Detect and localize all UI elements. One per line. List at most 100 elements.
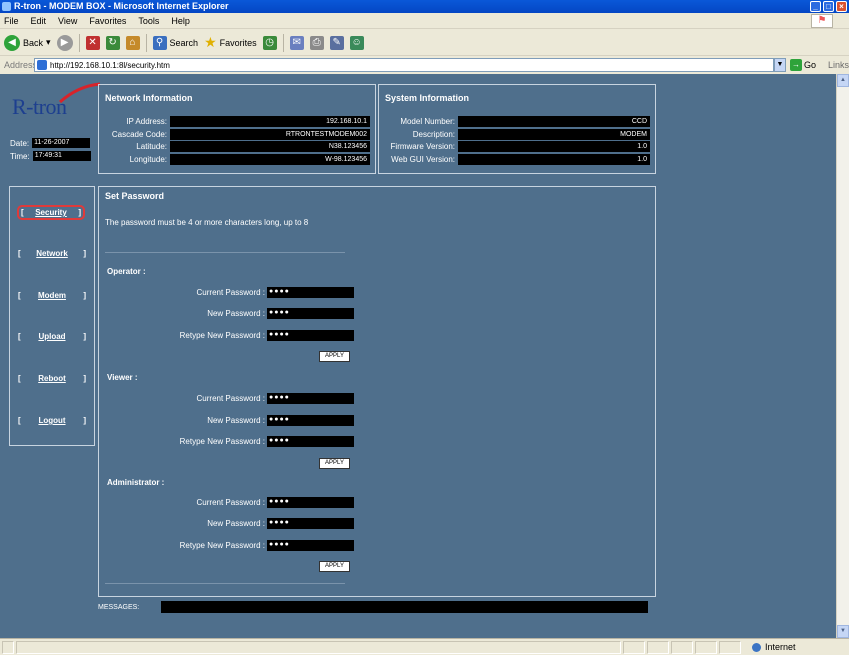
model-number-value: CCD	[458, 116, 650, 127]
mail-icon[interactable]: ✉	[289, 35, 304, 50]
go-button[interactable]: → Go	[789, 59, 816, 71]
nav-security[interactable]: [ Security]	[17, 205, 85, 220]
vertical-scrollbar[interactable]: ▲ ▼	[836, 74, 849, 638]
menu-edit[interactable]: Edit	[31, 16, 47, 26]
password-row: Retype New Password : ●●●●	[175, 436, 354, 447]
system-info-title: System Information	[385, 93, 470, 103]
links-button[interactable]: Links	[828, 60, 849, 70]
scroll-down-button[interactable]: ▼	[837, 625, 849, 638]
menu-view[interactable]: View	[58, 16, 77, 26]
toolbar-separator	[145, 33, 147, 52]
menu-bar: File Edit View Favorites Tools Help ⚑	[0, 13, 849, 29]
address-dropdown-button[interactable]: ▼	[774, 58, 786, 72]
model-number-label: Model Number:	[400, 117, 455, 126]
sidebar-nav: [ Security] [Network] [ Modem] [Upload] [ R…	[9, 186, 95, 446]
maximize-button[interactable]: □	[823, 1, 834, 12]
admin-current-password-input[interactable]: ●●●●	[267, 497, 354, 508]
nav-logout-label[interactable]: Logout	[38, 416, 65, 425]
description-label: Description:	[412, 130, 455, 139]
operator-current-password-input[interactable]: ●●●●	[267, 287, 354, 298]
nav-network[interactable]: [Network]	[18, 249, 86, 258]
system-row: Description: MODEM	[383, 129, 650, 140]
admin-apply-button[interactable]: APPLY	[319, 561, 350, 572]
system-row: Model Number: CCD	[383, 116, 650, 127]
history-icon[interactable]: ◷	[262, 35, 277, 50]
nav-modem-label[interactable]: Modem	[38, 291, 66, 300]
search-button[interactable]: ⚲ Search	[152, 35, 198, 50]
viewer-apply-button[interactable]: APPLY	[319, 458, 350, 469]
time-value: 17:49:31	[32, 151, 91, 161]
nav-upload[interactable]: [Upload]	[18, 332, 86, 341]
viewer-new-password-input[interactable]: ●●●●	[267, 415, 354, 426]
chevron-down-icon[interactable]: ▾	[46, 37, 51, 48]
refresh-icon[interactable]: ↻	[105, 35, 120, 50]
bracket-left: [	[21, 208, 24, 217]
viewer-retype-password-input[interactable]: ●●●●	[267, 436, 354, 447]
operator-heading: Operator :	[107, 267, 146, 276]
bracket-right: ]	[83, 416, 86, 425]
system-row: Web GUI Version: 1.0	[383, 154, 650, 165]
nav-modem[interactable]: [Modem]	[18, 291, 86, 300]
divider	[105, 583, 345, 584]
bracket-left: [	[18, 374, 21, 383]
home-icon[interactable]: ⌂	[125, 35, 140, 50]
viewer-current-password-input[interactable]: ●●●●	[267, 393, 354, 404]
password-row: New Password : ●●●●	[175, 518, 354, 529]
address-url: http://192.168.10.1:8l/security.htm	[50, 60, 170, 70]
bracket-right: ]	[78, 208, 81, 217]
operator-apply-button[interactable]: APPLY	[319, 351, 350, 362]
cascade-code-label: Cascade Code:	[111, 130, 167, 139]
status-page-icon	[2, 641, 14, 654]
favorites-button[interactable]: ★ Favorites	[204, 34, 257, 51]
toolbar-separator	[78, 33, 80, 52]
date-row: Date: 11-26-2007	[10, 138, 91, 148]
address-bar: Address http://192.168.10.1:8l/security.…	[0, 57, 849, 73]
admin-retype-password-input[interactable]: ●●●●	[267, 540, 354, 551]
system-row: Firmware Version: 1.0	[383, 141, 650, 152]
address-label: Address	[4, 60, 38, 70]
print-icon[interactable]: ⎙	[309, 35, 324, 50]
nav-upload-label[interactable]: Upload	[38, 332, 65, 341]
ip-address-value: 192.168.10.1	[170, 116, 370, 127]
scroll-up-button[interactable]: ▲	[837, 74, 849, 87]
bracket-left: [	[18, 416, 21, 425]
nav-reboot-label[interactable]: Reboot	[38, 374, 66, 383]
stop-icon[interactable]: ✕	[85, 35, 100, 50]
browser-window: R-tron - MODEM BOX - Microsoft Internet …	[0, 0, 849, 655]
address-input[interactable]: http://192.168.10.1:8l/security.htm	[34, 58, 775, 72]
star-icon: ★	[204, 34, 217, 50]
go-label: Go	[803, 60, 816, 70]
nav-logout[interactable]: [ Logout]	[18, 416, 86, 425]
back-button[interactable]: ◀ Back ▾	[4, 34, 51, 51]
menu-tools[interactable]: Tools	[138, 16, 159, 26]
globe-icon	[752, 642, 761, 652]
admin-new-password-input[interactable]: ●●●●	[267, 518, 354, 529]
operator-retype-password-input[interactable]: ●●●●	[267, 330, 354, 341]
description-value: MODEM	[458, 129, 650, 140]
bracket-left: [	[18, 291, 21, 300]
firmware-version-label: Firmware Version:	[390, 142, 455, 151]
edit-icon[interactable]: ✎	[329, 35, 344, 50]
menu-file[interactable]: File	[4, 16, 19, 26]
set-password-title: Set Password	[105, 191, 165, 201]
toolbar: ◀ Back ▾ ▶ ✕ ↻ ⌂ ⚲ Search ★ Favorites ◷ …	[0, 30, 849, 56]
time-row: Time: 17:49:31	[10, 151, 91, 161]
date-label: Date:	[10, 138, 30, 148]
operator-new-password-input[interactable]: ●●●●	[267, 308, 354, 319]
nav-network-label[interactable]: Network	[36, 249, 68, 258]
field-label: Current Password :	[196, 288, 265, 297]
field-label: Retype New Password :	[179, 331, 265, 340]
minimize-button[interactable]: _	[810, 1, 821, 12]
forward-button[interactable]: ▶	[56, 34, 73, 51]
nav-reboot[interactable]: [Reboot]	[18, 374, 86, 383]
close-button[interactable]: ×	[836, 1, 847, 12]
nav-security-label[interactable]: Security	[35, 208, 67, 217]
network-row: Longitude: W-98.123456	[103, 154, 370, 165]
network-row: Latitude: N38.123456	[103, 141, 370, 152]
longitude-value: W-98.123456	[170, 154, 370, 165]
menu-favorites[interactable]: Favorites	[89, 16, 126, 26]
menu-help[interactable]: Help	[171, 16, 190, 26]
messenger-icon[interactable]: ☺	[349, 35, 364, 50]
search-icon: ⚲	[152, 35, 167, 50]
field-label: Current Password :	[196, 394, 265, 403]
